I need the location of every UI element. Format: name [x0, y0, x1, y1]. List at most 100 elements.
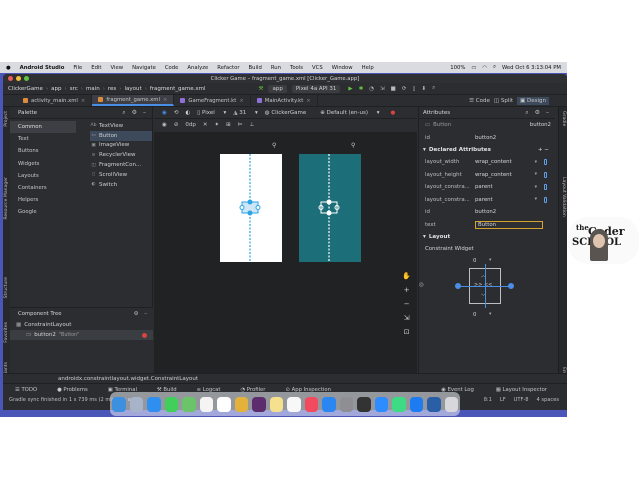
menu-run[interactable]: Run — [271, 65, 281, 71]
design-surface-icon[interactable]: ◉ — [162, 110, 167, 116]
menu-window[interactable]: Window — [332, 65, 353, 71]
constraint-widget[interactable]: 0 ▾ ︿ >> << ﹀ ◎ 0 ▾ — [419, 256, 555, 326]
resource-picker-icon[interactable] — [544, 171, 547, 178]
attr-row[interactable]: layout_constra... parent ▾ — [419, 194, 555, 207]
design-canvas[interactable]: ⚲ ⚲ ✋ + − ⇲ ⊡ — [154, 132, 417, 387]
error-icon[interactable] — [142, 332, 147, 338]
run-icon[interactable]: ▶ — [348, 86, 352, 92]
right-constraint-handle[interactable] — [508, 282, 514, 289]
close-icon[interactable]: × — [81, 98, 85, 104]
profile-icon[interactable]: ◔ — [369, 86, 374, 92]
tab-activity-main[interactable]: activity_main.xml × — [17, 95, 93, 106]
search-everywhere-icon[interactable]: ⌕ — [432, 85, 435, 92]
slack-icon[interactable] — [252, 396, 266, 412]
attr-value[interactable]: wrap_content — [475, 172, 512, 178]
palette-category-layouts[interactable]: Layouts — [10, 170, 76, 182]
attr-row[interactable]: layout_width wrap_content ▾ — [419, 156, 555, 169]
menu-edit[interactable]: Edit — [91, 65, 101, 71]
sourcetree-icon[interactable] — [427, 396, 441, 412]
file-encoding[interactable]: UTF-8 — [514, 397, 529, 403]
breadcrumb-layout[interactable]: layout — [124, 86, 141, 92]
palette-category-google[interactable]: Google — [10, 206, 76, 218]
apple-icon[interactable]: ● — [6, 65, 11, 71]
search-icon[interactable]: ⌕ — [493, 64, 496, 71]
palette-item-imageview[interactable]: ▣ ImageView — [90, 141, 152, 151]
zoom-in-icon[interactable]: + — [404, 286, 410, 294]
palette-category-buttons[interactable]: Buttons — [10, 145, 76, 157]
clock[interactable]: Wed Oct 6 3:13:04 PM — [502, 65, 561, 71]
resource-picker-icon[interactable] — [544, 196, 547, 203]
palette-category-text[interactable]: Text — [10, 133, 76, 145]
view-options-icon[interactable]: ◉ — [162, 122, 167, 128]
reminders-icon[interactable] — [287, 396, 301, 412]
device-select[interactable]: ▯ Pixel ▾ — [197, 110, 226, 116]
todo-tool-button[interactable]: ☰ TODO — [15, 387, 47, 393]
close-window-button[interactable] — [8, 76, 13, 81]
gradle-tool-tab[interactable]: Gradle — [561, 111, 566, 126]
terminal-icon[interactable] — [357, 396, 371, 412]
menu-app-name[interactable]: Android Studio — [20, 65, 65, 71]
palette-category-containers[interactable]: Containers — [10, 182, 76, 194]
blueprint-preview[interactable] — [299, 154, 361, 262]
chevron-down-icon[interactable]: ▾ — [489, 258, 491, 263]
notes-icon[interactable] — [269, 396, 283, 412]
close-icon[interactable]: × — [163, 97, 167, 103]
menu-vcs[interactable]: VCS — [312, 65, 323, 71]
pan-icon[interactable]: ✋ — [402, 272, 411, 280]
guidelines-icon[interactable]: ⊞ — [226, 122, 231, 128]
chrome-icon[interactable] — [234, 396, 248, 412]
xcode-icon[interactable] — [409, 396, 423, 412]
layout-validation-tool-tab[interactable]: Layout Validation — [561, 177, 566, 217]
attr-row[interactable]: text Button — [419, 219, 555, 232]
infer-constraints-icon[interactable]: ✦ — [215, 122, 220, 128]
pin-icon[interactable]: ⚲ — [351, 142, 355, 149]
locale-select[interactable]: ⊕ Default (en-us) ▾ — [320, 110, 379, 116]
clear-constraints-icon[interactable]: ✕ — [203, 122, 208, 128]
menu-tools[interactable]: Tools — [290, 65, 303, 71]
minimize-panel-icon[interactable]: – — [546, 109, 549, 117]
menu-build[interactable]: Build — [249, 65, 262, 71]
gear-icon[interactable]: ⚙ — [134, 311, 139, 317]
breadcrumb-src[interactable]: src — [70, 86, 78, 92]
minimize-window-button[interactable] — [16, 76, 21, 81]
palette-category-helpers[interactable]: Helpers — [10, 194, 76, 206]
menu-navigate[interactable]: Navigate — [132, 65, 156, 71]
autoconnect-icon[interactable]: ⊘ — [174, 122, 179, 128]
breadcrumb-file[interactable]: fragment_game.xml — [150, 86, 206, 92]
attach-icon[interactable]: ⇲ — [380, 86, 385, 92]
design-preview[interactable] — [220, 154, 282, 262]
tree-row-button2[interactable]: ▭ button2 "Button" — [10, 330, 153, 340]
palette-item-textview[interactable]: Ab TextView — [90, 121, 152, 131]
margin-top-value[interactable]: 0 — [473, 258, 476, 264]
palette-item-button[interactable]: ▭ Button — [90, 130, 152, 141]
music-icon[interactable] — [304, 396, 318, 412]
chevron-down-icon[interactable]: ▾ — [489, 312, 491, 317]
messages-icon[interactable] — [164, 396, 178, 412]
sync-icon[interactable]: ⟳ — [402, 86, 407, 92]
code-view-button[interactable]: ☰ Code — [469, 98, 490, 104]
finder-icon[interactable] — [112, 396, 126, 412]
palette-item-fragmentcontainer[interactable]: ◫ FragmentCon... — [90, 160, 152, 170]
palette-item-recyclerview[interactable]: ≡ RecyclerView — [90, 150, 152, 160]
battery-icon[interactable]: ▭ — [471, 65, 476, 71]
menu-file[interactable]: File — [73, 65, 82, 71]
default-margin[interactable]: 0dp — [185, 122, 195, 128]
split-view-button[interactable]: ◫ Split — [494, 98, 513, 104]
debug-icon[interactable]: ✱ — [359, 86, 364, 92]
attr-text-input[interactable]: Button — [475, 220, 543, 229]
android-studio-icon[interactable] — [392, 396, 406, 412]
chevron-down-icon[interactable]: ▾ — [535, 185, 537, 190]
gear-icon[interactable]: ⚙ — [132, 109, 137, 117]
tree-row-constraintlayout[interactable]: ▦ ConstraintLayout — [10, 320, 153, 330]
resource-picker-icon[interactable] — [544, 159, 547, 166]
trash-icon[interactable] — [444, 396, 458, 412]
attr-value[interactable]: button2 — [475, 209, 496, 215]
align-icon[interactable]: ⊨ — [238, 122, 243, 128]
photos-icon[interactable] — [199, 396, 213, 412]
add-attribute-icon[interactable]: + − — [538, 147, 549, 153]
menu-help[interactable]: Help — [362, 65, 374, 71]
layout-inspector-button[interactable]: ▦ Layout Inspector — [496, 387, 557, 393]
chevron-down-icon[interactable]: ▾ — [535, 197, 537, 202]
error-icon[interactable]: ● — [390, 110, 395, 116]
breadcrumb-project[interactable]: ClickerGame — [8, 86, 43, 92]
